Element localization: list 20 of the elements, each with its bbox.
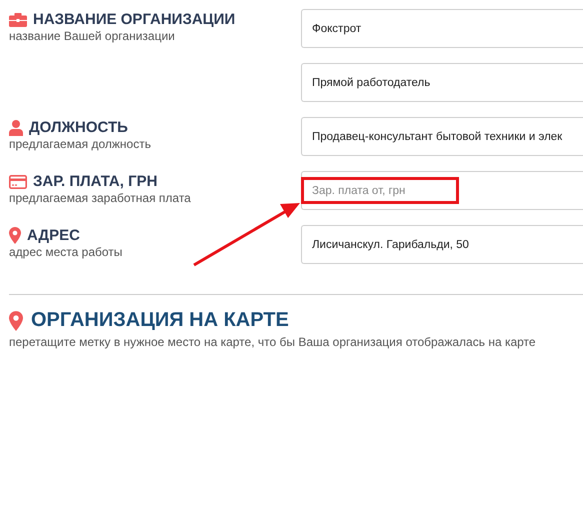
location-pin-icon [9, 310, 23, 330]
input-field[interactable]: Продавец-консультант бытовой техники и элек [301, 117, 583, 156]
input-field[interactable]: Лисичанскул. Гарибальди, 50 [301, 225, 583, 264]
location-pin-icon [9, 227, 21, 244]
field-hint: адрес места работы [9, 245, 124, 259]
person-icon [9, 120, 23, 136]
field-title: ДОЛЖНОСТЬ [29, 119, 128, 136]
briefcase-icon [9, 12, 27, 26]
field-hint: название Вашей организации [9, 29, 176, 43]
field-title: НАЗВАНИЕ ОРГАНИЗАЦИИ [33, 11, 236, 28]
field-hint: предлагаемая должность [9, 137, 152, 151]
input-field[interactable]: Зар. плата от, грн [301, 171, 583, 210]
field-title: ЗАР. ПЛАТА, ГРН [33, 173, 158, 190]
section-hint: перетащите метку в нужное место на карте, что бы Ваша организация отображалась на карте [9, 335, 537, 349]
field-title: АДРЕС [27, 227, 80, 244]
credit-card-icon [9, 174, 27, 188]
field-hint: предлагаемая заработная плата [9, 191, 192, 205]
section-title: ОРГАНИЗАЦИЯ НА КАРТЕ [31, 309, 289, 332]
input-field[interactable]: Прямой работодатель [301, 63, 583, 102]
input-field[interactable]: Фокстрот [301, 9, 583, 48]
